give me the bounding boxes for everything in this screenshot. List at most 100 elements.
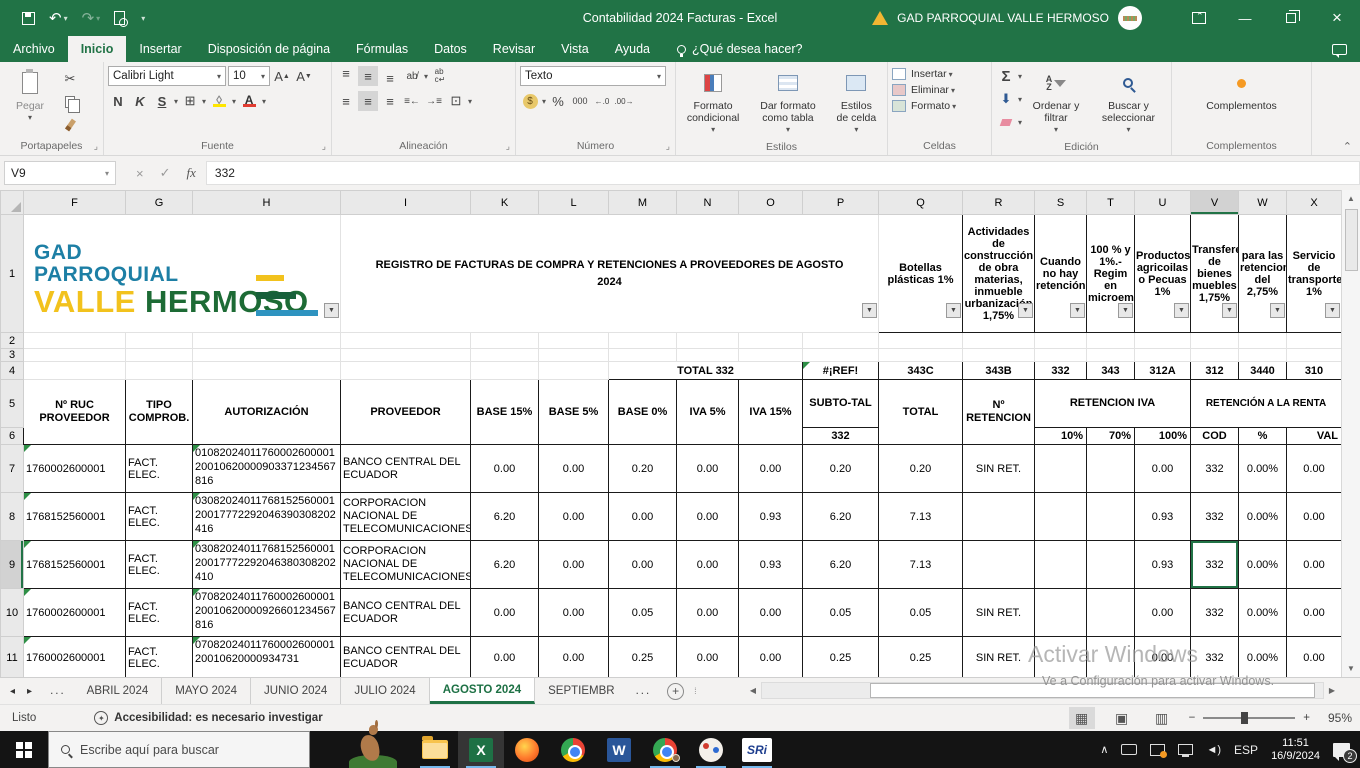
cell[interactable]: [471, 349, 539, 362]
cell[interactable]: 0.20: [879, 445, 963, 493]
volume-icon[interactable]: ◄): [1206, 744, 1221, 756]
taskbar-excel-icon[interactable]: X: [458, 731, 504, 768]
cell[interactable]: 0308202401176815256000120017772292046390…: [193, 493, 341, 541]
cell[interactable]: 343: [1087, 362, 1135, 380]
row-header-2[interactable]: 2: [1, 333, 24, 349]
cell[interactable]: 6.20: [471, 541, 539, 589]
bold-button[interactable]: N: [108, 91, 128, 111]
comma-style-button[interactable]: 000: [570, 91, 590, 111]
taskbar-word-icon[interactable]: W: [596, 731, 642, 768]
cell[interactable]: [1087, 445, 1135, 493]
col-header-M[interactable]: M: [609, 191, 677, 215]
taskbar-paint-icon[interactable]: [688, 731, 734, 768]
cell[interactable]: 0.00: [739, 445, 803, 493]
cell[interactable]: BANCO CENTRAL DEL ECUADOR: [341, 637, 471, 678]
cell[interactable]: [739, 333, 803, 349]
cell[interactable]: [24, 362, 126, 380]
decrease-indent-icon[interactable]: ≡←: [402, 91, 422, 111]
cell[interactable]: [1035, 637, 1087, 678]
col-header-G[interactable]: G: [126, 191, 193, 215]
cell[interactable]: CORPORACION NACIONAL DE TELECOMUNICACION…: [341, 541, 471, 589]
start-button[interactable]: [0, 731, 48, 768]
cell[interactable]: [539, 362, 609, 380]
row-header-8[interactable]: 8: [1, 493, 24, 541]
cell[interactable]: BANCO CENTRAL DEL ECUADOR: [341, 445, 471, 493]
cell[interactable]: [341, 362, 471, 380]
cell[interactable]: [609, 349, 677, 362]
cell[interactable]: [1135, 349, 1191, 362]
close-button[interactable]: ×: [1314, 0, 1360, 36]
row-header-5[interactable]: 5: [1, 380, 24, 428]
cell[interactable]: 0.00: [1287, 637, 1342, 678]
col-header-L[interactable]: L: [539, 191, 609, 215]
cell[interactable]: [677, 333, 739, 349]
cell[interactable]: 0.00: [609, 493, 677, 541]
cell[interactable]: [1035, 445, 1087, 493]
cell[interactable]: 0.00: [1287, 445, 1342, 493]
cell[interactable]: [1239, 349, 1287, 362]
accounting-format-icon[interactable]: $: [520, 91, 540, 111]
logo-cell[interactable]: GAD PARROQUIAL VALLE HERMOSO ▼: [24, 215, 341, 333]
paste-button[interactable]: Pegar ▾: [4, 66, 56, 127]
cell[interactable]: [879, 333, 963, 349]
header-ruc[interactable]: Nº RUC PROVEEDOR: [24, 380, 126, 445]
cell[interactable]: 0.00: [539, 637, 609, 678]
cell[interactable]: 0.00%: [1239, 493, 1287, 541]
normal-view-icon[interactable]: ▦: [1069, 707, 1095, 729]
header-retencion-iva[interactable]: RETENCION IVA: [1035, 380, 1191, 428]
cancel-icon[interactable]: ×: [136, 166, 144, 181]
align-right-icon[interactable]: ≡: [380, 91, 400, 111]
col-header-H[interactable]: H: [193, 191, 341, 215]
cell[interactable]: [193, 349, 341, 362]
font-dialog-launcher-icon[interactable]: ⌟: [322, 141, 326, 152]
header-nretencion[interactable]: Nº RETENCION: [963, 380, 1035, 445]
cell[interactable]: 0.00: [1287, 493, 1342, 541]
cell[interactable]: 332: [1191, 589, 1239, 637]
clock[interactable]: 11:51 16/9/2024: [1271, 737, 1320, 763]
tab-archivo[interactable]: Archivo: [0, 36, 68, 62]
fill-icon[interactable]: ⬇: [996, 89, 1016, 109]
cell[interactable]: 0.00: [471, 445, 539, 493]
sheet-tab-abril[interactable]: ABRIL 2024: [74, 678, 163, 704]
filter-dropdown-icon[interactable]: ▼: [1222, 303, 1237, 318]
cell[interactable]: FACT. ELEC.: [126, 637, 193, 678]
customize-qat-icon[interactable]: ▾: [139, 14, 145, 23]
cell[interactable]: 1768152560001: [24, 493, 126, 541]
align-bottom-icon[interactable]: ≡: [380, 66, 400, 86]
cell[interactable]: SIN RET.: [963, 637, 1035, 678]
borders-icon[interactable]: ⊞: [180, 91, 200, 111]
scroll-down-icon[interactable]: ▼: [1342, 660, 1360, 677]
hidden-sheets-left[interactable]: ...: [42, 678, 74, 704]
cell[interactable]: 0.00%: [1239, 589, 1287, 637]
row-header-11[interactable]: 11: [1, 637, 24, 678]
cell[interactable]: 0.25: [803, 637, 879, 678]
tab-disposicion[interactable]: Disposición de página: [195, 36, 343, 62]
cell[interactable]: [963, 493, 1035, 541]
tell-me-box[interactable]: ¿Qué desea hacer?: [663, 36, 817, 62]
header-retenciones[interactable]: para las retenciones del 2,75%▼: [1239, 215, 1287, 333]
font-color-icon[interactable]: A: [238, 91, 260, 111]
taskbar-edge-icon[interactable]: [366, 731, 412, 768]
sheet-tab-septiembre[interactable]: SEPTIEMBR: [535, 678, 627, 704]
cell[interactable]: 332: [803, 428, 879, 445]
header-transferencia[interactable]: Transferencia de bienes muebles 1,75%▼: [1191, 215, 1239, 333]
cell[interactable]: 0.00: [539, 541, 609, 589]
cell[interactable]: [341, 333, 471, 349]
cell[interactable]: FACT. ELEC.: [126, 541, 193, 589]
cell[interactable]: [471, 362, 539, 380]
formula-input[interactable]: 332: [206, 161, 1360, 185]
cell[interactable]: 0.93: [1135, 541, 1191, 589]
taskbar-search[interactable]: Escribe aquí para buscar: [48, 731, 310, 768]
cell[interactable]: 332: [1035, 362, 1087, 380]
cell[interactable]: 310: [1287, 362, 1342, 380]
cell[interactable]: [1191, 349, 1239, 362]
filter-dropdown-icon[interactable]: ▼: [324, 303, 339, 318]
tab-vista[interactable]: Vista: [548, 36, 602, 62]
cell[interactable]: 0.93: [739, 493, 803, 541]
cell[interactable]: 0.00: [677, 589, 739, 637]
scroll-right-icon[interactable]: ▶: [1324, 686, 1340, 695]
increase-indent-icon[interactable]: →≡: [424, 91, 444, 111]
print-preview-icon[interactable]: [114, 11, 125, 25]
cell[interactable]: 0.93: [1135, 493, 1191, 541]
number-dialog-launcher-icon[interactable]: ⌟: [666, 141, 670, 152]
